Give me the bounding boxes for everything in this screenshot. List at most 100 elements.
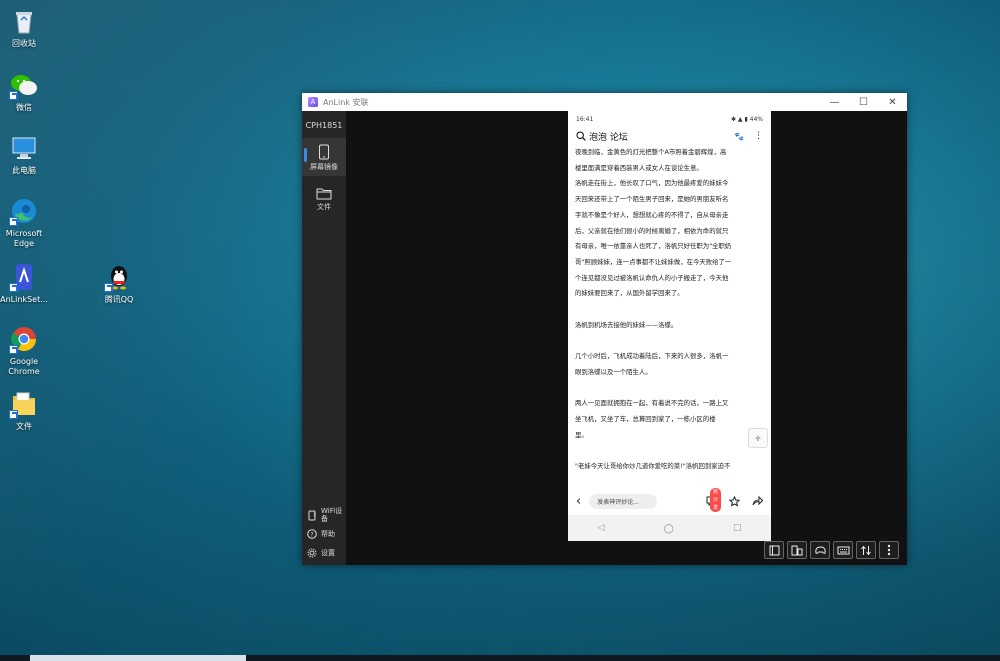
phone-screen[interactable]: 16:41 ✱ ▲ ▮ 44% 泡泡 论坛 🐾 ⋮ 夜晚到临，金黄色的灯光把整个… <box>568 111 771 541</box>
wifi-device-label: WiFi设备 <box>321 507 343 523</box>
close-button[interactable]: ✕ <box>878 93 907 111</box>
icon-label: Microsoft Edge <box>5 229 43 248</box>
nav-recent-button[interactable]: □ <box>733 523 742 533</box>
article-line: 的妹妹要回来了，从国外留学回来了。 <box>575 289 684 298</box>
transfer-button[interactable] <box>856 541 876 559</box>
forum-header: 泡泡 论坛 🐾 ⋮ <box>568 127 771 145</box>
icon-label: 回收站 <box>12 39 36 48</box>
settings-button[interactable]: 设置 <box>307 548 335 558</box>
article-line: 字就不像是个好人，想想就心疼的不得了，自从母亲走 <box>575 210 729 219</box>
sidebar: CPH1851 屏幕镜像 文件 WiFi设备 ? 帮助 设置 <box>302 111 346 565</box>
star-icon[interactable] <box>729 495 740 507</box>
transfer-icon <box>861 545 871 555</box>
desktop-icon-qq[interactable]: 腾讯QQ <box>91 262 147 305</box>
desktop-icon-chrome[interactable]: Google Chrome <box>0 324 52 377</box>
folder-icon <box>316 188 332 200</box>
phone-nav-bar: ◁ ○ □ <box>568 515 771 541</box>
article-line: 里。 <box>575 430 588 439</box>
share-icon[interactable] <box>752 496 763 506</box>
phone-mirror-icon <box>319 144 329 160</box>
icon-label: 此电脑 <box>12 166 36 175</box>
gear-icon <box>307 548 317 558</box>
anlink-logo-icon: A <box>308 97 318 107</box>
more-options-icon[interactable]: ⋮ <box>754 131 763 141</box>
article-line: 夜晚到临，金黄色的灯光把整个A市照着金碧辉煌，高 <box>575 148 727 156</box>
help-icon: ? <box>307 529 317 539</box>
wifi-device-button[interactable]: WiFi设备 <box>307 507 345 523</box>
status-time: 16:41 <box>576 115 594 123</box>
computer-icon <box>9 133 39 163</box>
screen-mirror-area: 16:41 ✱ ▲ ▮ 44% 泡泡 论坛 🐾 ⋮ 夜晚到临，金黄色的灯光把整个… <box>346 111 907 565</box>
article-line: "老妹今天让哥给你炒几道你爱吃的菜!"洛帆回到家迫不 <box>575 462 731 470</box>
scroll-top-button[interactable] <box>748 428 768 448</box>
back-icon[interactable]: ‹ <box>576 495 581 508</box>
more-icon <box>887 544 891 556</box>
keyboard-button[interactable] <box>833 541 853 559</box>
article-line: 哥"照顾妹妹，连一点事都不让妹妹做，在今天败给了一 <box>575 257 732 266</box>
anlink-window: A AnLink 安联 — ☐ ✕ CPH1851 屏幕镜像 文件 WiFi设备… <box>302 93 907 565</box>
article-line: 几个小时后，飞机成功着陆后，下来的人很多，洛帆一 <box>575 352 729 361</box>
article-line: 洛帆到机场去接他的妹妹——洛蝶。 <box>575 320 678 329</box>
phone-status-bar: 16:41 ✱ ▲ ▮ 44% <box>568 111 771 127</box>
icon-label: 微信 <box>16 103 32 112</box>
anlink-icon <box>9 262 39 292</box>
comment-bar: ‹ 发表神评妙论... 抢沙发 <box>568 488 771 512</box>
desktop-icon-anlink[interactable]: AnLinkSet... <box>0 262 52 305</box>
taskbar <box>0 655 1000 661</box>
sidebar-item-label: 屏幕镜像 <box>310 163 338 171</box>
sidebar-item-screen-mirror[interactable]: 屏幕镜像 <box>302 138 346 176</box>
article-line: 个连见都没见过被洛帆认命仇人的小子搬走了，今天他 <box>575 273 729 282</box>
nav-back-button[interactable]: ◁ <box>598 523 605 533</box>
desktop-icon-wechat[interactable]: 微信 <box>0 70 52 113</box>
wechat-icon <box>9 70 39 100</box>
wifi-device-icon <box>307 510 317 520</box>
search-icon[interactable] <box>576 131 586 141</box>
minimize-button[interactable]: — <box>820 93 849 111</box>
article-line: 眼到洛蝶以及一个陌生人。 <box>575 367 652 376</box>
icon-label: 腾讯QQ <box>104 295 134 304</box>
article-content: 夜晚到临，金黄色的灯光把整个A市照着金碧辉煌，高 楼里面满是穿着西装男人或女人在谈… <box>575 145 765 493</box>
status-indicators: ✱ ▲ ▮ 44% <box>730 115 763 123</box>
phone-screen-button[interactable] <box>787 541 807 559</box>
sidebar-item-label: 文件 <box>317 203 331 211</box>
sidebar-item-files[interactable]: 文件 <box>302 187 346 217</box>
nav-home-button[interactable]: ○ <box>663 521 673 535</box>
desktop-icon-edge[interactable]: Microsoft Edge <box>0 196 52 249</box>
gamepad-icon <box>814 546 826 554</box>
help-label: 帮助 <box>321 530 335 538</box>
article-line: 坐飞机，又坐了车，总算回到家了，一栋小区的楼 <box>575 414 716 423</box>
arrow-up-icon <box>755 435 761 441</box>
icon-label: AnLinkSet... <box>0 295 48 304</box>
fullscreen-button[interactable] <box>764 541 784 559</box>
chrome-icon <box>9 324 39 354</box>
window-titlebar[interactable]: A AnLink 安联 — ☐ ✕ <box>302 93 907 111</box>
help-button[interactable]: ? 帮助 <box>307 529 335 539</box>
paw-icon[interactable]: 🐾 <box>734 132 744 141</box>
article-line: 洛帆走在街上，他长叹了口气，因为他最疼爱的妹妹今 <box>575 179 729 188</box>
desktop-icon-recycle-bin[interactable]: 回收站 <box>0 6 52 49</box>
article-line: 有母亲，唯一依靠亲人也死了，洛帆只好任职为"全职奶 <box>575 242 732 251</box>
article-line: 两人一见面就拥抱在一起，有着说不完的话，一路上又 <box>575 399 729 408</box>
window-title: AnLink 安联 <box>323 97 369 107</box>
more-button[interactable] <box>879 541 899 559</box>
phone-screen-icon <box>791 545 803 555</box>
keyboard-icon <box>837 546 849 555</box>
icon-label: Google Chrome <box>8 357 40 376</box>
article-line: 后，父亲就在他们很小的时候离婚了，相依为命的就只 <box>575 226 729 235</box>
recycle-bin-icon <box>9 6 39 36</box>
gamepad-button[interactable] <box>810 541 830 559</box>
settings-label: 设置 <box>321 549 335 557</box>
folder-icon <box>9 389 39 419</box>
desktop-icon-computer[interactable]: 此电脑 <box>0 133 52 176</box>
taskbar-search[interactable] <box>30 655 246 661</box>
maximize-button[interactable]: ☐ <box>849 93 878 111</box>
comment-badge: 抢沙发 <box>710 488 722 512</box>
fullscreen-icon <box>769 545 779 555</box>
desktop-icon-folder[interactable]: 文件 <box>0 389 52 432</box>
article-line: 天回来还带上了一个陌生男子回来，是她的男朋友听名 <box>575 195 729 204</box>
comment-input[interactable]: 发表神评妙论... <box>589 493 658 509</box>
article-line: 楼里面满是穿着西装男人或女人在谈论生意。 <box>575 163 703 172</box>
